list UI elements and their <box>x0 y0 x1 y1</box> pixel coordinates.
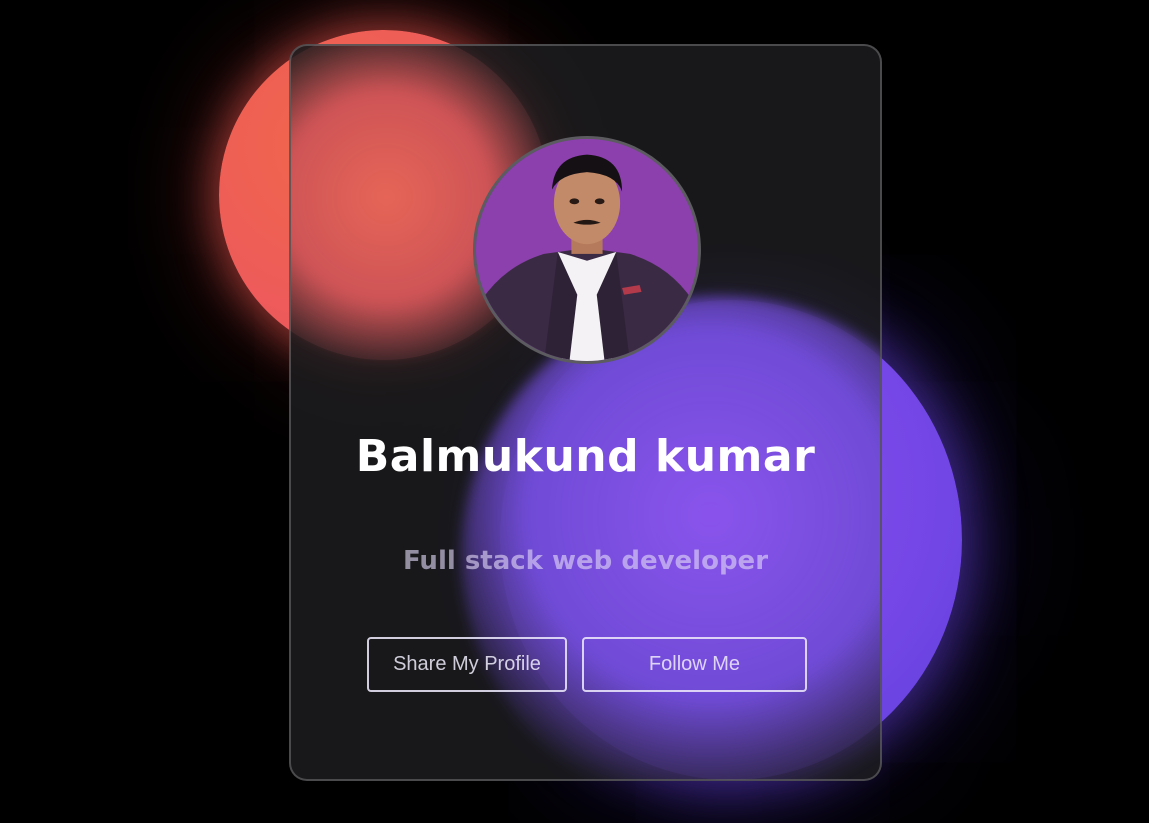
profile-name: Balmukund kumar <box>355 431 816 482</box>
share-profile-button[interactable]: Share My Profile <box>367 637 567 692</box>
profile-card: Balmukund kumar Full stack web developer… <box>289 44 882 781</box>
follow-button[interactable]: Follow Me <box>582 637 807 692</box>
profile-photo-icon <box>476 139 698 361</box>
profile-role: Full stack web developer <box>402 546 769 576</box>
page-background: Balmukund kumar Full stack web developer… <box>0 0 1149 823</box>
avatar <box>473 136 701 364</box>
